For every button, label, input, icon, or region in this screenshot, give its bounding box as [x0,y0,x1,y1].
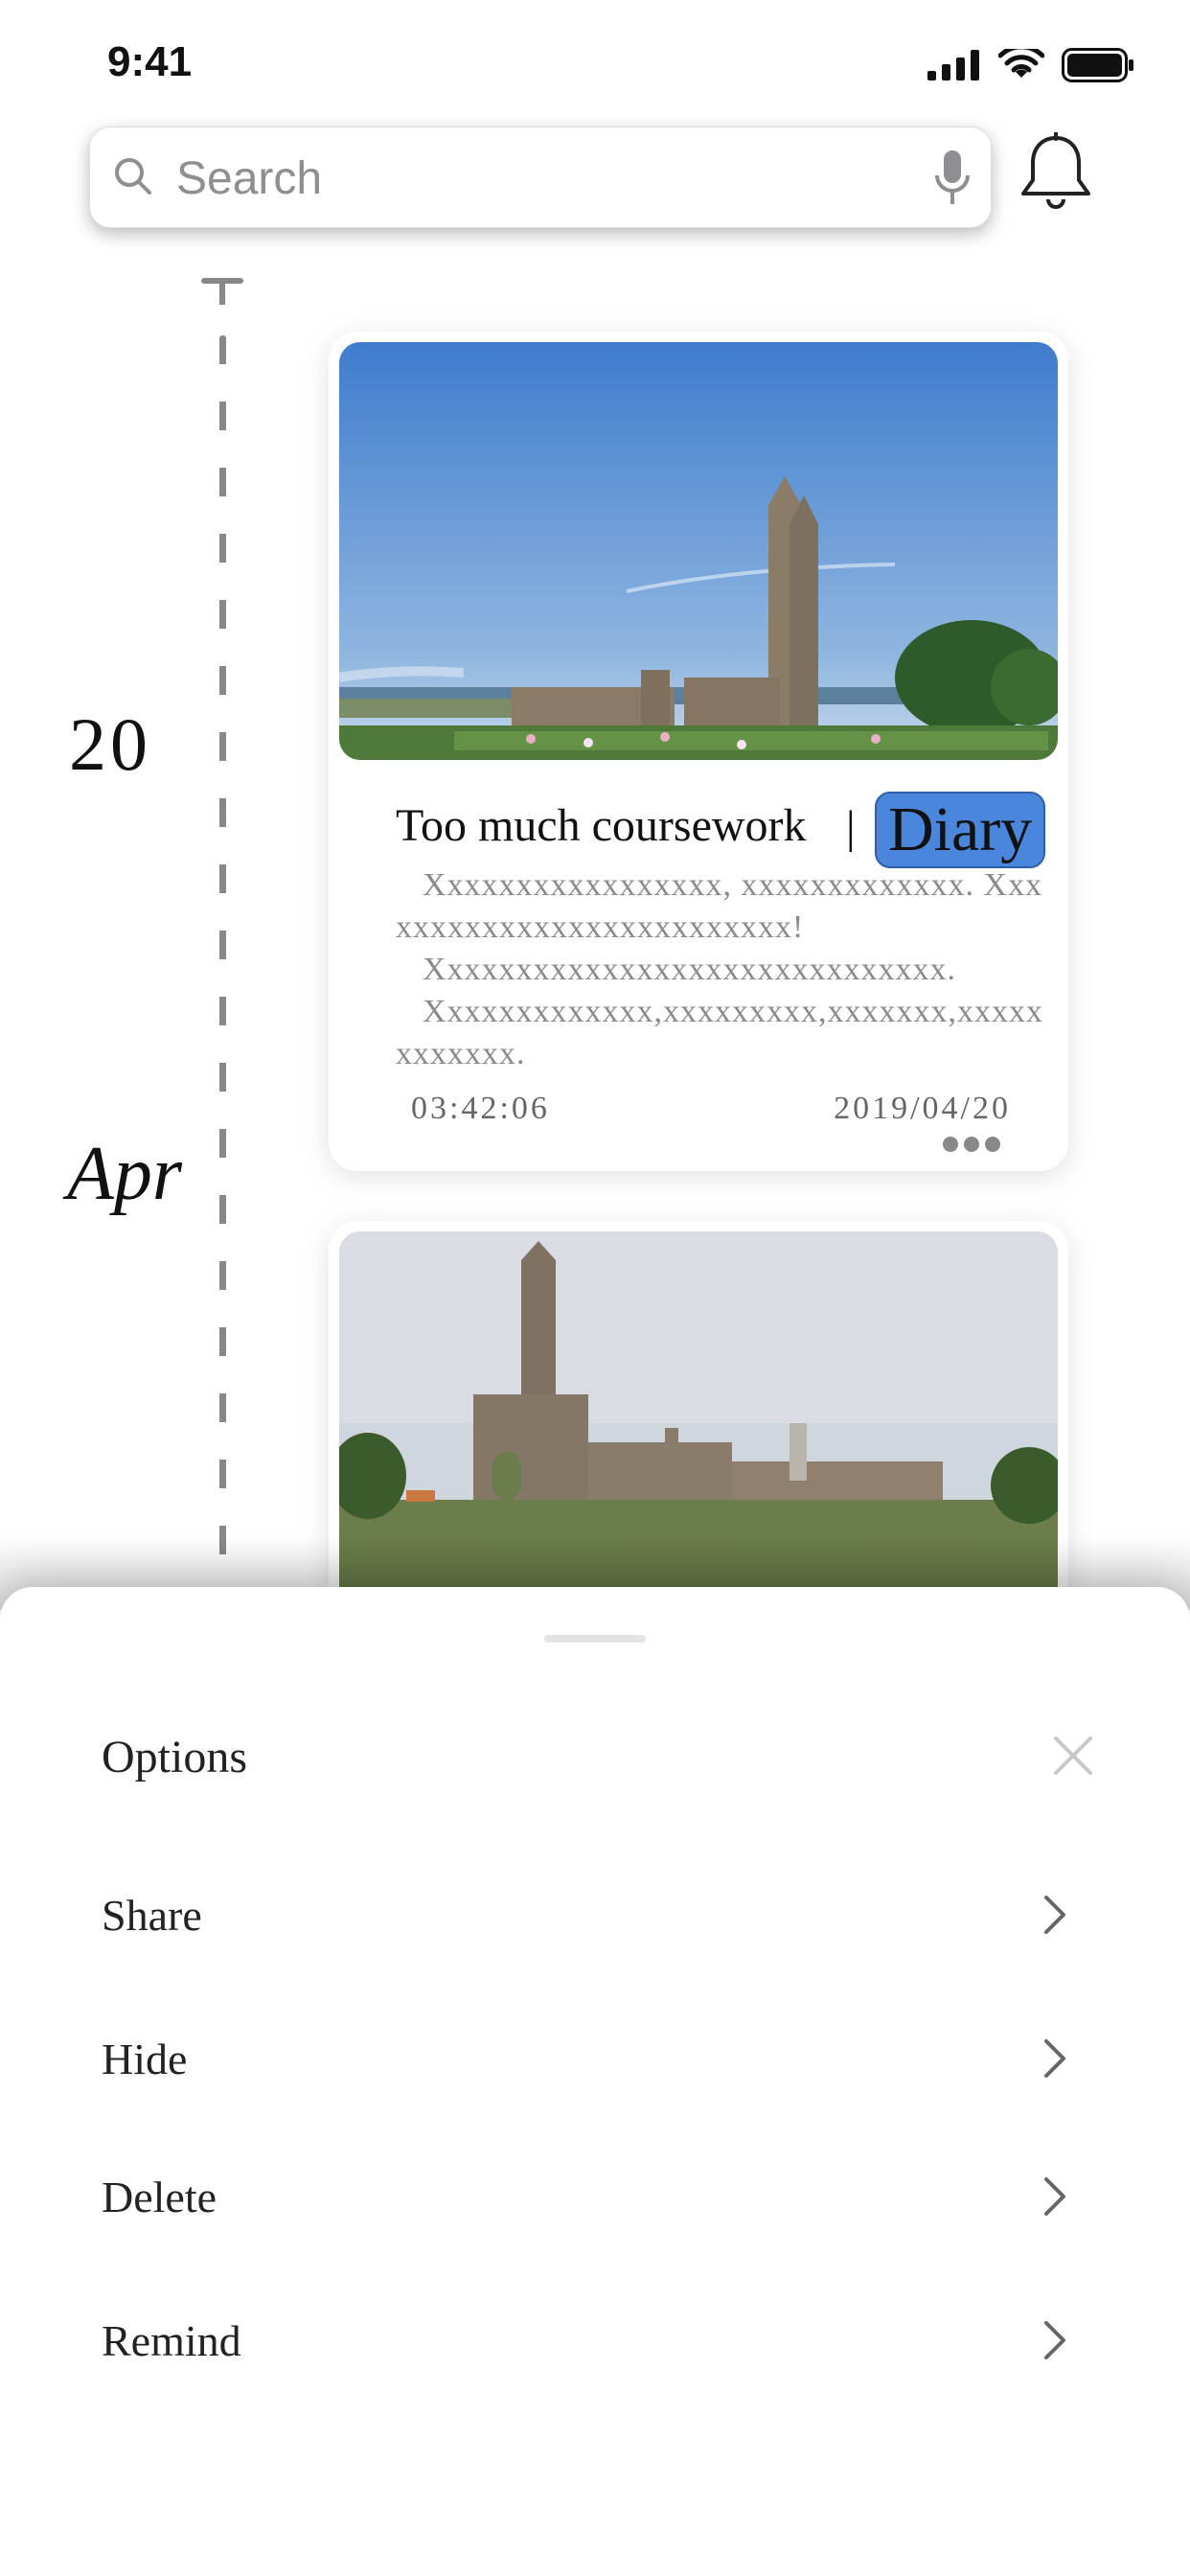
more-options-icon[interactable] [942,1135,1001,1154]
status-icons [927,48,1134,82]
option-label: Delete [102,2173,217,2221]
card-body-line: Xxxxxxxxxxxxxxxxxxxxxxxxxxxxxx. [423,952,957,987]
chevron-right-icon [1044,2039,1065,2078]
sheet-handle[interactable] [544,1635,646,1643]
card-title: Too much coursework [396,800,807,851]
sheet-title: Options [102,1732,248,1782]
option-delete[interactable]: Delete [0,2139,1190,2254]
chevron-right-icon [1044,2321,1065,2359]
timeline-line [219,335,226,1572]
cathedral-photo [339,342,1058,760]
bell-icon[interactable] [1018,132,1094,213]
option-share[interactable]: Share [0,1857,1190,1972]
search-bar[interactable] [89,126,992,228]
app-screen: 9:41 Search 20 Apr Too much coursework |… [0,0,1190,2576]
battery-icon [1062,48,1133,82]
close-icon[interactable] [1044,1727,1102,1784]
chevron-right-icon [1044,1896,1065,1934]
option-label: Remind [102,2316,241,2365]
title-separator: | [846,802,856,853]
option-hide[interactable]: Hide [0,2001,1190,2116]
diary-tag[interactable]: Diary [875,792,1046,868]
diary-card[interactable]: Too much coursework | Diary Xxxxxxxxxxxx… [329,332,1068,1171]
card-body-line: Xxxxxxxxxxxxx,xxxxxxxxx,xxxxxxx,xxxxxxxx… [396,994,1044,1071]
search-icon [115,158,151,195]
chevron-right-icon [1044,2177,1065,2216]
card-date: 2019/04/20 [834,1091,1011,1126]
wifi-icon [998,49,1044,78]
timeline-cap-stem [219,284,225,305]
cellular-signal-icon [927,50,979,80]
option-remind[interactable]: Remind [0,2283,1190,2398]
status-time: 9:41 [107,38,193,85]
card-body-line: Xxxxxxxxxxxxxxxxx, xxxxxxxxxxxxx. Xxxxxx… [396,867,1043,945]
card-time: 03:42:06 [411,1091,550,1126]
option-label: Hide [102,2035,188,2083]
search-input[interactable] [174,147,906,210]
card-body-text: Xxxxxxxxxxxxxxxxx, xxxxxxxxxxxxx. Xxxxxx… [396,864,1057,1075]
options-sheet: Options Share Hide Delete Remind [0,1587,1190,2576]
option-label: Share [102,1891,202,1940]
timeline-day: 20 [69,702,151,786]
microphone-icon[interactable] [933,149,972,208]
timeline-month: Apr [67,1132,182,1216]
card-photo-cathedral [339,342,1058,760]
